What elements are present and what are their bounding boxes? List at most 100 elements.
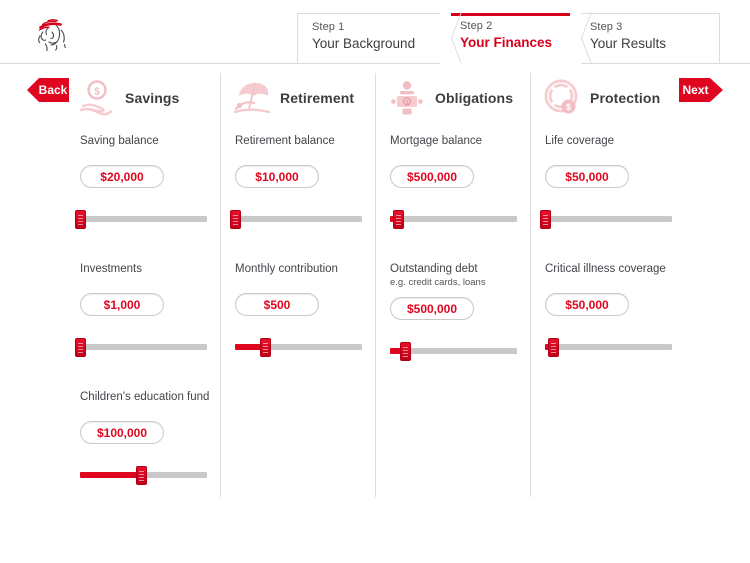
column-retirement-title: Retirement [280,90,355,106]
tab-step-1[interactable]: Step 1 Your Background [297,13,446,64]
slider-thumb-grip-line [138,474,144,475]
slider-thumb-grip-line [78,349,83,350]
slider-thumb-grip-line [395,218,401,219]
field-label: Critical illness coverage [545,263,666,275]
field-outstanding-debt: Outstanding debt e.g. credit cards, loans… [390,262,530,361]
column-divider-3 [530,73,531,497]
amount-input-mortgage-balance[interactable]: $500,000 [390,165,474,188]
slider-thumb-grip-line [403,347,409,348]
slider-thumb-grip-line [403,353,409,354]
slider-thumb[interactable] [400,342,412,361]
slider-track[interactable] [545,216,672,222]
slider-thumb[interactable] [392,210,404,229]
tab-step-2-step: Step 2 [460,20,493,32]
slider-thumb-grip-line [263,352,269,353]
column-obligations-header: $ Obligations [389,76,513,120]
slider-critical-illness-coverage[interactable] [545,338,672,357]
tab-step-3-step: Step 3 [590,21,623,33]
tab-step-3[interactable]: Step 3 Your Results [575,13,720,64]
slider-thumb-grip-line [403,356,409,357]
column-protection-title: Protection [590,90,661,106]
slider-children-s-education-fund[interactable] [80,466,207,485]
slider-life-coverage[interactable] [540,210,672,229]
slider-thumb-grip-line [543,218,548,219]
slider-thumb-grip-line [543,224,548,225]
slider-track[interactable] [235,216,362,222]
slider-thumb[interactable] [230,210,241,229]
slider-thumb[interactable] [547,338,559,357]
hand-holding-coin-icon: $ [79,79,115,117]
slider-monthly-contribution[interactable] [235,338,362,357]
field-children-s-education-fund: Children's education fund $100,000 [80,390,220,485]
field-retirement-balance: Retirement balance $10,000 [230,134,375,229]
slider-saving-balance[interactable] [75,210,207,229]
field-life-coverage: Life coverage $50,000 [540,134,685,229]
slider-track[interactable] [80,344,207,350]
amount-input-children-s-education-fund[interactable]: $100,000 [80,421,164,444]
slider-thumb[interactable] [75,338,86,357]
active-tab-bottom-cover [445,63,576,66]
slider-thumb-grip-line [78,346,83,347]
column-divider-2 [375,73,376,497]
slider-thumb-grip-line [78,221,83,222]
column-protection-header: $ Protection [544,76,660,120]
slider-thumb-grip-line [138,471,144,472]
field-investments: Investments $1,000 [75,262,220,357]
life-ring-coin-icon: $ [544,79,580,117]
field-label: Children's education fund [80,391,210,403]
slider-thumb[interactable] [135,466,147,485]
columns-area: $ Savings Retirement $ Obligations $ Pro… [0,64,750,497]
slider-retirement-balance[interactable] [230,210,362,229]
slider-thumb[interactable] [260,338,272,357]
slider-investments[interactable] [75,338,207,357]
field-sublabel: e.g. credit cards, loans [390,277,486,288]
slider-thumb-grip-line [395,224,401,225]
finance-calculator-page: Step 1 Your Background Step 2 Your Finan… [0,0,750,563]
slider-mortgage-balance[interactable] [390,210,517,229]
slider-thumb-grip-line [550,352,556,353]
slider-thumb-grip-line [550,346,556,347]
svg-text:$: $ [566,102,571,112]
field-mortgage-balance: Mortgage balance $500,000 [390,134,530,229]
field-critical-illness-coverage: Critical illness coverage $50,000 [545,262,685,357]
slider-outstanding-debt[interactable] [390,342,517,361]
slider-thumb-grip-line [395,215,401,216]
slider-fill [80,472,141,478]
field-label: Investments [80,263,142,275]
svg-text:$: $ [94,87,100,98]
field-label: Monthly contribution [235,263,338,275]
field-label: Retirement balance [235,135,335,147]
active-tab-indicator [446,13,575,16]
slider-thumb-grip-line [550,343,556,344]
amount-input-life-coverage[interactable]: $50,000 [545,165,629,188]
slider-thumb-grip-line [138,480,144,481]
slider-thumb-grip-line [78,343,83,344]
field-label: Outstanding debt [390,263,478,275]
tab-step-2[interactable]: Step 2 Your Finances [445,13,576,65]
slider-thumb-grip-line [233,215,238,216]
slider-thumb-grip-line [263,346,269,347]
amount-input-investments[interactable]: $1,000 [80,293,164,316]
tab-step-1-step: Step 1 [312,21,345,33]
tab-step-2-name: Your Finances [460,35,553,50]
slider-thumb-grip-line [263,349,269,350]
field-label: Mortgage balance [390,135,483,147]
amount-input-saving-balance[interactable]: $20,000 [80,165,164,188]
column-obligations-title: Obligations [435,90,514,106]
slider-thumb[interactable] [540,210,551,229]
amount-input-retirement-balance[interactable]: $10,000 [235,165,319,188]
field-monthly-contribution: Monthly contribution $500 [235,262,375,357]
amount-input-outstanding-debt[interactable]: $500,000 [390,297,474,320]
tab-notch-separator-2 [570,13,581,64]
slider-thumb-grip-line [403,350,409,351]
slider-track[interactable] [80,216,207,222]
slider-track[interactable] [390,216,517,222]
slider-track[interactable] [545,344,672,350]
amount-input-critical-illness-coverage[interactable]: $50,000 [545,293,629,316]
slider-thumb-grip-line [78,215,83,216]
back-button-label: Back [38,83,68,97]
slider-thumb-grip-line [543,221,548,222]
amount-input-monthly-contribution[interactable]: $500 [235,293,319,316]
field-saving-balance: Saving balance $20,000 [75,134,220,229]
slider-thumb[interactable] [75,210,86,229]
